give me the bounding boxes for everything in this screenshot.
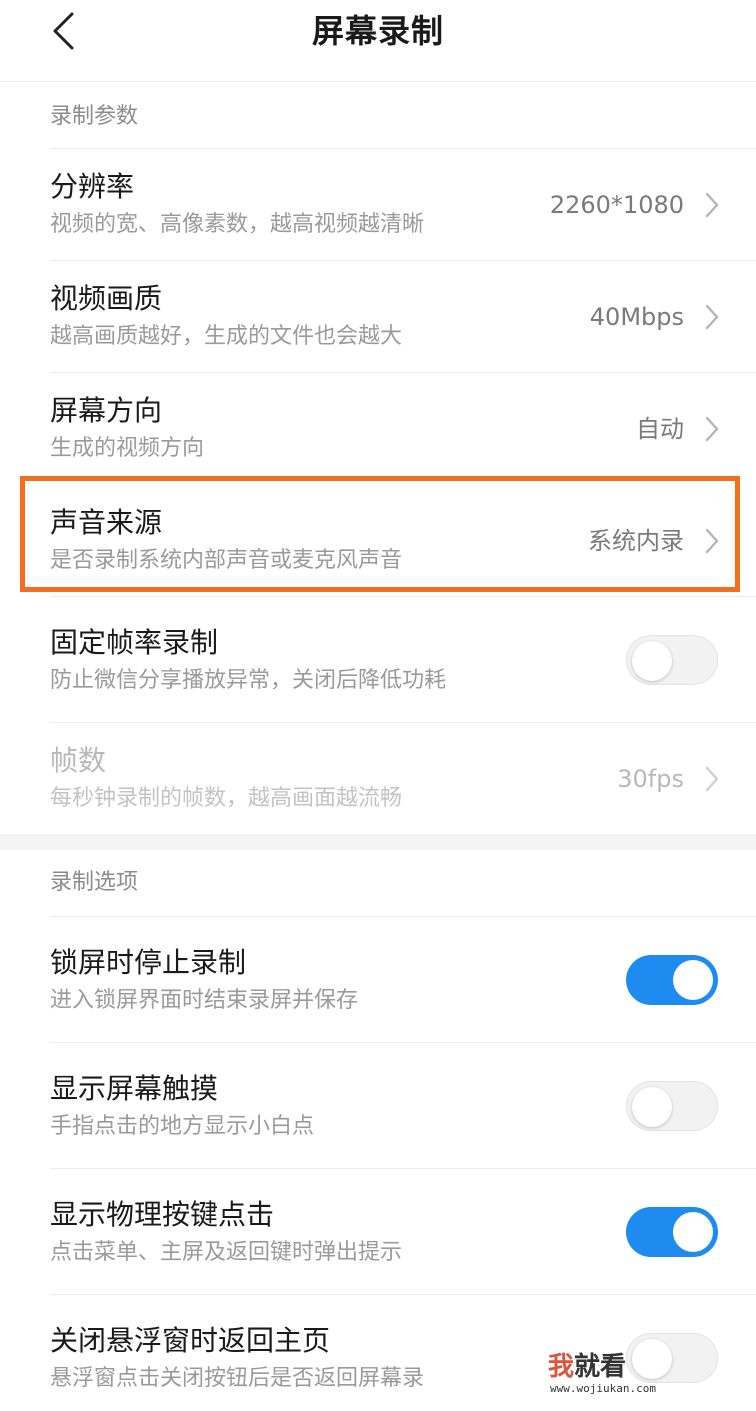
row-title: 显示屏幕触摸 [50,1072,219,1105]
divider [50,260,756,261]
row-title: 声音来源 [50,506,163,539]
fixed-framerate-toggle[interactable] [626,635,718,685]
divider [50,1168,756,1169]
row-subtitle: 生成的视频方向 [50,436,205,461]
row-subtitle: 是否录制系统内部声音或麦克风声音 [50,548,403,573]
watermark-logo-a: 我 [548,1352,575,1382]
watermark-logo-b: 就看 [574,1352,627,1382]
watermark-url: www.wojiukan.com [550,1382,656,1395]
setting-row-framerate: 帧数 每秒钟录制的帧数，越高画面越流畅 30fps [0,722,756,834]
top-bar: 屏幕录制 [0,0,756,82]
page-title: 屏幕录制 [311,12,444,50]
row-value: 30fps [617,765,684,793]
row-title: 固定帧率录制 [50,626,219,659]
setting-row-show-key-presses: 显示物理按键点击 点击菜单、主屏及返回键时弹出提示 [0,1168,756,1294]
toggle-knob [673,960,713,1000]
stop-on-lock-toggle[interactable] [626,955,718,1005]
section-label-options: 录制选项 [50,870,139,895]
divider [50,1042,756,1043]
row-value: 40Mbps [589,303,684,331]
row-subtitle: 视频的宽、高像素数，越高视频越清晰 [50,212,425,237]
divider [50,722,756,723]
watermark-logo: 我就看 [548,1352,626,1382]
setting-row-resolution[interactable]: 分辨率 视频的宽、高像素数，越高视频越清晰 2260*1080 [0,148,756,260]
row-title: 帧数 [50,744,107,777]
row-subtitle: 点击菜单、主屏及返回键时弹出提示 [50,1240,403,1265]
row-subtitle: 进入锁屏界面时结束录屏并保存 [50,988,359,1013]
row-subtitle: 悬浮窗点击关闭按钮后是否返回屏幕录 [50,1366,425,1391]
show-touches-toggle[interactable] [626,1081,718,1131]
show-key-presses-toggle[interactable] [626,1207,718,1257]
row-value: 2260*1080 [549,191,684,219]
row-title: 关闭悬浮窗时返回主页 [50,1324,331,1357]
row-subtitle: 越高画质越好，生成的文件也会越大 [50,324,403,349]
row-title: 显示物理按键点击 [50,1198,275,1231]
setting-row-stop-on-lock: 锁屏时停止录制 进入锁屏界面时结束录屏并保存 [0,916,756,1042]
divider [50,148,756,149]
watermark: 我就看 www.wojiukan.com [548,1352,688,1398]
setting-row-audio-source[interactable]: 声音来源 是否录制系统内部声音或麦克风声音 系统内录 [0,484,756,596]
divider [50,372,756,373]
section-separator [0,834,756,850]
row-title: 锁屏时停止录制 [50,946,247,979]
row-subtitle: 防止微信分享播放异常，关闭后降低功耗 [50,668,447,693]
screen-recording-settings: 屏幕录制 录制参数 分辨率 视频的宽、高像素数，越高视频越清晰 2260*108… [0,0,756,1411]
row-title: 屏幕方向 [50,394,163,427]
row-title: 视频画质 [50,282,163,315]
chevron-right-icon [704,766,720,792]
row-subtitle: 手指点击的地方显示小白点 [50,1114,315,1139]
toggle-knob [673,1212,713,1252]
chevron-right-icon [704,416,720,442]
chevron-right-icon [704,192,720,218]
setting-row-screen-orientation[interactable]: 屏幕方向 生成的视频方向 自动 [0,372,756,484]
section-label-params: 录制参数 [50,104,139,129]
divider [50,1294,756,1295]
row-value: 系统内录 [588,527,684,555]
setting-row-video-quality[interactable]: 视频画质 越高画质越好，生成的文件也会越大 40Mbps [0,260,756,372]
row-title: 分辨率 [50,170,135,203]
toggle-knob [632,1087,672,1127]
row-subtitle: 每秒钟录制的帧数，越高画面越流畅 [50,786,403,811]
chevron-right-icon [704,304,720,330]
setting-row-fixed-framerate: 固定帧率录制 防止微信分享播放异常，关闭后降低功耗 [0,596,756,722]
toggle-knob [632,641,672,681]
chevron-right-icon [704,528,720,554]
setting-row-show-touches: 显示屏幕触摸 手指点击的地方显示小白点 [0,1042,756,1168]
divider [50,916,756,917]
row-value: 自动 [636,415,684,443]
divider [50,596,756,597]
